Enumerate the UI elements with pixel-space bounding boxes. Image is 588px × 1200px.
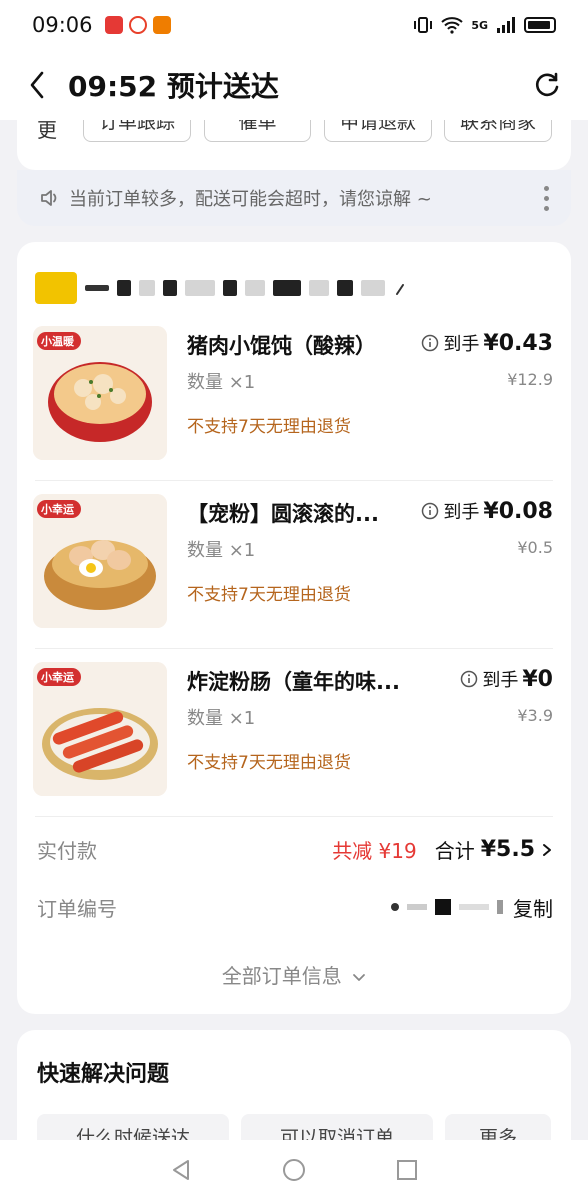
discount-amount: 共减 ¥19 bbox=[332, 838, 417, 863]
masked-shop-name bbox=[223, 280, 237, 296]
divider bbox=[35, 816, 553, 817]
masked-shop-name bbox=[309, 280, 329, 296]
chevron-right-icon bbox=[541, 842, 553, 856]
order-item[interactable]: 小温暖 猪肉小馄饨（酸辣） 数量 ×1 不支持7天无理由退货 到手 ¥0.43 … bbox=[17, 316, 571, 484]
status-bar: 09:06 5G bbox=[0, 0, 588, 50]
refund-button[interactable]: 申请退款 bbox=[324, 120, 432, 142]
status-right: 5G bbox=[413, 16, 556, 34]
more-options-icon[interactable] bbox=[544, 185, 549, 211]
final-price[interactable]: 到手 ¥0.43 bbox=[421, 330, 553, 356]
item-name: 炸淀粉肠（童年的味... bbox=[187, 670, 400, 694]
refresh-icon[interactable] bbox=[532, 70, 562, 100]
masked-order-number bbox=[391, 899, 503, 915]
price-value: ¥0.43 bbox=[483, 331, 553, 356]
wifi-icon bbox=[441, 17, 463, 34]
item-name: 【宠粉】圆滚滚的... bbox=[187, 502, 379, 526]
item-quantity: 数量 ×1 bbox=[187, 708, 256, 729]
all-order-info-link[interactable]: 全部订单信息 bbox=[17, 960, 571, 989]
sausage-image: 小幸运 bbox=[33, 662, 167, 796]
copy-button[interactable]: 复制 bbox=[513, 893, 553, 922]
item-name: 猪肉小馄饨（酸辣） bbox=[187, 334, 376, 358]
info-icon[interactable] bbox=[421, 334, 439, 352]
order-actions-card: 更 订单跟踪 催单 申请退款 联系商家 bbox=[17, 120, 571, 170]
order-number-label: 订单编号 bbox=[37, 896, 117, 921]
signal-icon bbox=[497, 17, 515, 33]
status-time: 09:06 bbox=[32, 13, 93, 37]
wonton-image: 小温暖 bbox=[33, 326, 167, 460]
battery-icon bbox=[524, 17, 556, 33]
nav-home-icon[interactable] bbox=[282, 1158, 306, 1182]
return-policy-note: 不支持7天无理由退货 bbox=[187, 417, 351, 437]
back-icon[interactable] bbox=[26, 70, 48, 100]
urge-order-button[interactable]: 催单 bbox=[204, 120, 311, 142]
item-tag: 小温暖 bbox=[41, 335, 74, 348]
system-nav-bar bbox=[0, 1140, 588, 1200]
item-quantity: 数量 ×1 bbox=[187, 372, 256, 393]
shop-logo bbox=[35, 272, 77, 304]
order-item[interactable]: 小幸运 炸淀粉肠（童年的味... 数量 ×1 不支持7天无理由退货 到手 ¥0 … bbox=[17, 652, 571, 820]
nav-recents-icon[interactable] bbox=[396, 1159, 418, 1181]
shop-notification-icon bbox=[152, 16, 171, 34]
item-quantity: 数量 ×1 bbox=[187, 540, 256, 561]
price-value: ¥0 bbox=[522, 667, 553, 692]
order-number-row: 订单编号 复制 bbox=[37, 890, 553, 924]
page-header: 09:52 预计送达 bbox=[0, 50, 588, 120]
masked-shop-name bbox=[245, 280, 265, 296]
masked-shop-name bbox=[85, 285, 109, 291]
masked-shop-name bbox=[163, 280, 177, 296]
original-price: ¥0.5 bbox=[517, 538, 553, 557]
more-label: 更 bbox=[37, 120, 57, 142]
masked-shop-name bbox=[337, 280, 353, 296]
payment-label: 实付款 bbox=[37, 838, 97, 863]
app-notification-icon bbox=[104, 16, 123, 34]
masked-shop-name bbox=[185, 280, 215, 296]
info-icon[interactable] bbox=[460, 670, 478, 688]
masked-shop-name bbox=[361, 280, 385, 296]
masked-shop-name bbox=[139, 280, 155, 296]
item-tag: 小幸运 bbox=[41, 671, 74, 684]
return-policy-note: 不支持7天无理由退货 bbox=[187, 753, 351, 773]
all-order-info-label: 全部订单信息 bbox=[221, 964, 342, 988]
order-item[interactable]: 小幸运 【宠粉】圆滚滚的... 数量 ×1 不支持7天无理由退货 到手 ¥0.0… bbox=[17, 484, 571, 652]
quick-solve-card: 快速解决问题 什么时候送达 可以取消订单 更多 bbox=[17, 1030, 571, 1150]
masked-shop-name bbox=[117, 280, 131, 296]
original-price: ¥3.9 bbox=[517, 706, 553, 725]
total-label: 合计 bbox=[434, 838, 475, 863]
chevron-down-icon bbox=[353, 974, 366, 981]
order-card: 小温暖 猪肉小馄饨（酸辣） 数量 ×1 不支持7天无理由退货 到手 ¥0.43 … bbox=[17, 242, 571, 1014]
payment-row[interactable]: 实付款 共减 ¥19 合计 ¥5.5 bbox=[37, 832, 553, 866]
info-icon[interactable] bbox=[421, 502, 439, 520]
weibo-notification-icon bbox=[128, 16, 147, 34]
quick-solve-title: 快速解决问题 bbox=[37, 1062, 170, 1087]
return-policy-note: 不支持7天无理由退货 bbox=[187, 585, 351, 605]
price-value: ¥0.08 bbox=[483, 499, 553, 524]
delay-notice: 当前订单较多，配送可能会超时，请您谅解 ~ bbox=[17, 170, 571, 226]
nav-back-icon[interactable] bbox=[170, 1158, 192, 1182]
final-price[interactable]: 到手 ¥0.08 bbox=[421, 498, 553, 524]
vibrate-icon bbox=[414, 17, 433, 33]
contact-merchant-button[interactable]: 联系商家 bbox=[444, 120, 552, 142]
final-price[interactable]: 到手 ¥0 bbox=[460, 666, 553, 692]
original-price: ¥12.9 bbox=[507, 370, 553, 389]
total-amount: ¥5.5 bbox=[480, 836, 535, 862]
chevron-right-icon bbox=[393, 281, 407, 295]
divider bbox=[35, 480, 553, 481]
divider bbox=[35, 648, 553, 649]
speaker-icon bbox=[39, 187, 61, 209]
item-tag: 小幸运 bbox=[41, 503, 74, 516]
notice-text: 当前订单较多，配送可能会超时，请您谅解 ~ bbox=[69, 189, 432, 210]
price-label: 到手 bbox=[482, 670, 519, 691]
shop-name-row[interactable] bbox=[35, 270, 407, 306]
network-type: 5G bbox=[471, 18, 488, 32]
eggs-image: 小幸运 bbox=[33, 494, 167, 628]
masked-shop-name bbox=[273, 280, 301, 296]
price-label: 到手 bbox=[443, 334, 480, 355]
price-label: 到手 bbox=[443, 502, 480, 523]
page-title: 09:52 预计送达 bbox=[68, 70, 279, 103]
track-order-button[interactable]: 订单跟踪 bbox=[83, 120, 191, 142]
status-app-icons bbox=[104, 16, 171, 34]
